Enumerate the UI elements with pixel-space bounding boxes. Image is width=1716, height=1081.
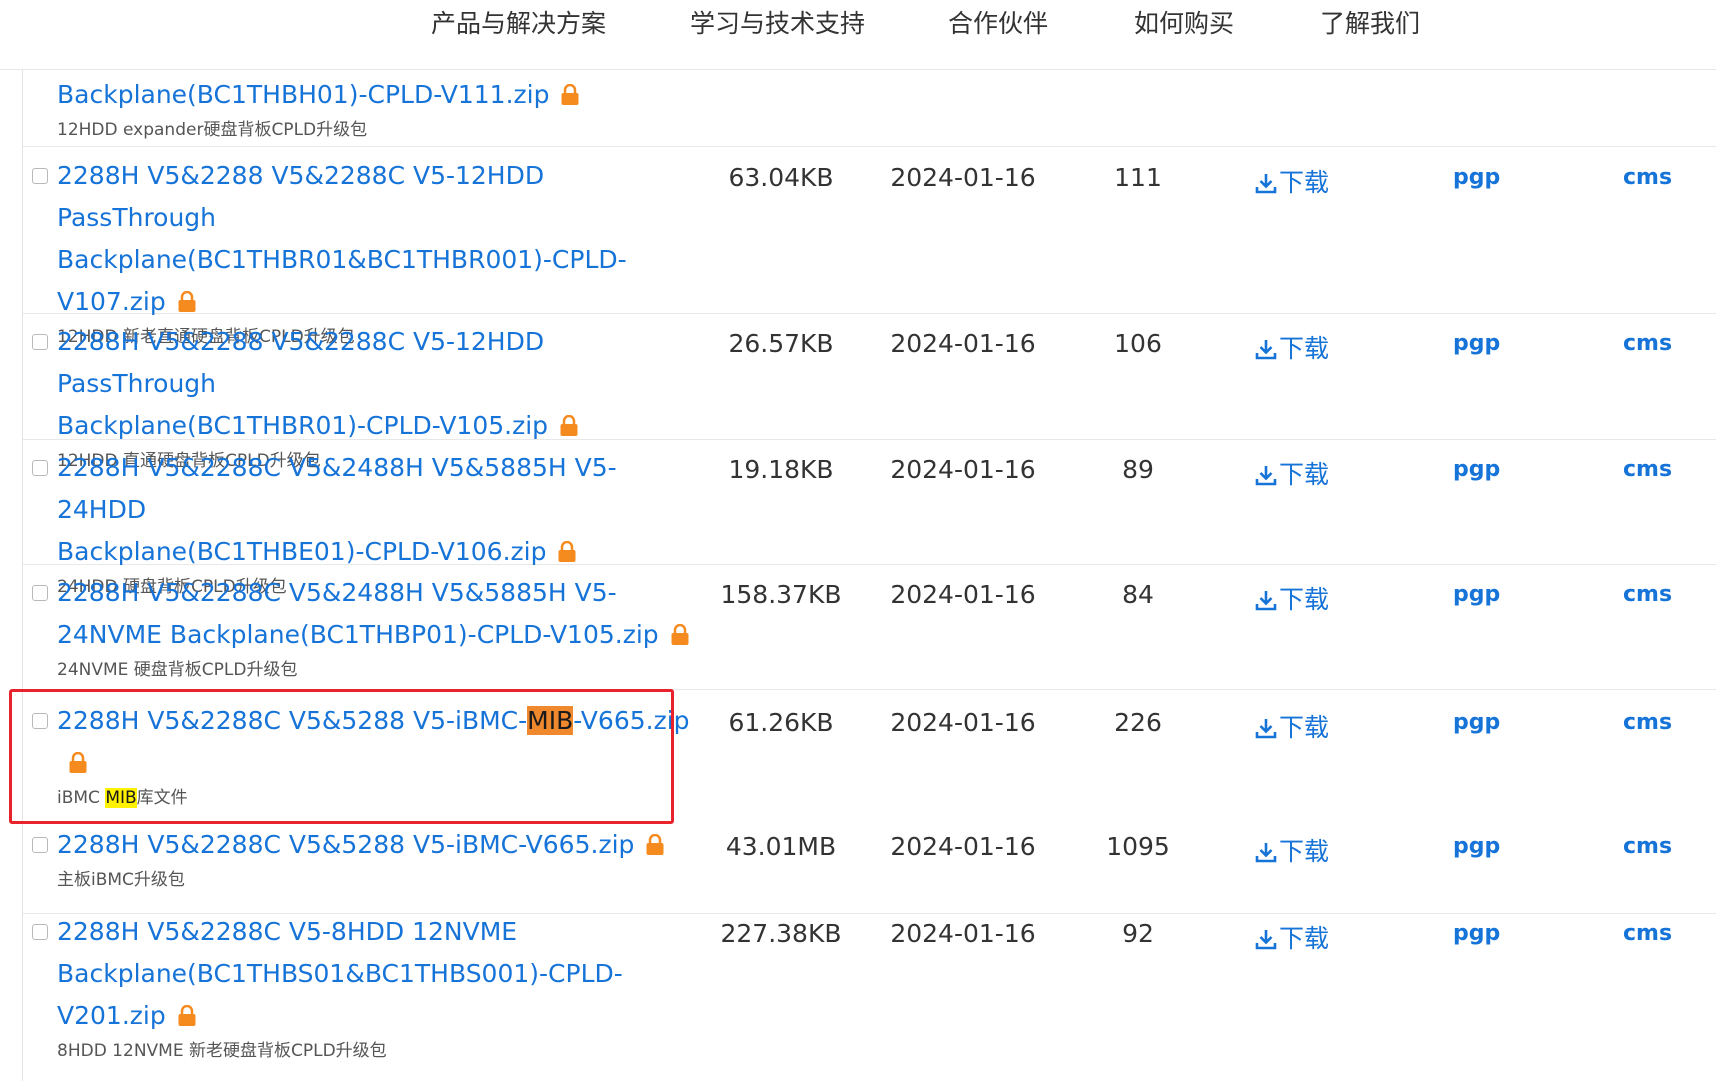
download-button[interactable]: 下载 (1255, 455, 1329, 491)
lock-icon (69, 744, 87, 786)
pgp-signature-link[interactable]: pgp (1453, 457, 1500, 482)
download-icon (1255, 168, 1279, 197)
download-icon (1255, 924, 1279, 953)
nav-learning-support[interactable]: 学习与技术支持 (690, 4, 865, 40)
file-link[interactable]: 2288H V5&2288 V5&2288C V5-12HDD PassThro… (57, 321, 693, 449)
file-link[interactable]: 2288H V5&2288C V5&5288 V5-iBMC-V665.zip (57, 824, 693, 868)
release-date: 2024-01-16 (890, 163, 1036, 192)
row-checkbox[interactable] (32, 713, 48, 729)
file-description: 12HDD expander硬盘背板CPLD升级包 (57, 120, 368, 140)
nav-partners[interactable]: 合作伙伴 (948, 4, 1048, 40)
download-button[interactable]: 下载 (1255, 163, 1329, 199)
table-row: 2288H V5&2288 V5&2288C V5-12HDD PassThro… (23, 147, 1716, 347)
file-description: 24NVME 硬盘背板CPLD升级包 (57, 660, 298, 680)
nav-how-to-buy[interactable]: 如何购买 (1134, 4, 1234, 40)
file-link[interactable]: 2288H V5&2288C V5&2488H V5&5885H V5- 24NV… (57, 572, 693, 658)
cms-signature-link[interactable]: cms (1623, 921, 1672, 946)
release-date: 2024-01-16 (890, 708, 1036, 737)
row-checkbox[interactable] (32, 585, 48, 601)
file-size: 19.18KB (728, 455, 834, 484)
table-row: Backplane(BC1THBH01)-CPLD-V111.zip 12HDD… (23, 70, 1716, 147)
pgp-signature-link[interactable]: pgp (1453, 331, 1500, 356)
download-count: 111 (1114, 163, 1162, 192)
download-button[interactable]: 下载 (1255, 329, 1329, 365)
file-name-cell: 2288H V5&2288C V5&5288 V5-iBMC-MIB-V665.… (57, 700, 693, 810)
file-description: 主板iBMC升级包 (57, 870, 185, 890)
file-link[interactable]: 2288H V5&2288C V5&2488H V5&5885H V5-24HD… (57, 447, 693, 575)
release-date: 2024-01-16 (890, 832, 1036, 861)
table-row: 2288H V5&2288C V5&2488H V5&5885H V5- 24NV… (23, 565, 1716, 690)
download-count: 1095 (1106, 832, 1170, 861)
row-checkbox[interactable] (32, 460, 48, 476)
pgp-signature-link[interactable]: pgp (1453, 582, 1500, 607)
pgp-signature-link[interactable]: pgp (1453, 921, 1500, 946)
download-icon (1255, 460, 1279, 489)
lock-icon (671, 616, 689, 658)
release-date: 2024-01-16 (890, 580, 1036, 609)
file-size: 158.37KB (720, 580, 842, 609)
file-name-cell: 2288H V5&2288C V5&2488H V5&5885H V5- 24NV… (57, 572, 693, 682)
download-count: 92 (1122, 919, 1154, 948)
table-row: 2288H V5&2288C V5&5288 V5-iBMC-MIB-V665.… (23, 690, 1716, 824)
pgp-signature-link[interactable]: pgp (1453, 165, 1500, 190)
file-size: 26.57KB (728, 329, 834, 358)
download-count: 89 (1122, 455, 1154, 484)
file-size: 61.26KB (728, 708, 834, 737)
search-highlight: MIB (105, 788, 137, 808)
file-link[interactable]: 2288H V5&2288 V5&2288C V5-12HDD PassThro… (57, 155, 693, 325)
file-link[interactable]: 2288H V5&2288C V5-8HDD 12NVME Backplane(B… (57, 911, 693, 1039)
file-name-cell: 2288H V5&2288C V5-8HDD 12NVME Backplane(B… (57, 911, 693, 1063)
file-size: 43.01MB (725, 832, 837, 861)
table-row: 2288H V5&2288C V5-8HDD 12NVME Backplane(B… (23, 914, 1716, 1081)
table-row: 2288H V5&2288 V5&2288C V5-12HDD PassThro… (23, 314, 1716, 471)
download-button[interactable]: 下载 (1255, 708, 1329, 744)
cms-signature-link[interactable]: cms (1623, 457, 1672, 482)
download-button[interactable]: 下载 (1255, 832, 1329, 868)
cms-signature-link[interactable]: cms (1623, 331, 1672, 356)
cms-signature-link[interactable]: cms (1623, 165, 1672, 190)
download-icon (1255, 713, 1279, 742)
table-row: 2288H V5&2288C V5&5288 V5-iBMC-V665.zip … (23, 825, 1716, 914)
row-checkbox[interactable] (32, 168, 48, 184)
file-description: 8HDD 12NVME 新老硬盘背板CPLD升级包 (57, 1041, 387, 1061)
table-row: 2288H V5&2288C V5&2488H V5&5885H V5-24HD… (23, 440, 1716, 597)
search-highlight: MIB (527, 706, 574, 735)
cms-signature-link[interactable]: cms (1623, 710, 1672, 735)
download-button[interactable]: 下载 (1255, 580, 1329, 616)
download-icon (1255, 585, 1279, 614)
download-button[interactable]: 下载 (1255, 919, 1329, 955)
nav-products-solutions[interactable]: 产品与解决方案 (431, 4, 606, 40)
lock-icon (178, 997, 196, 1039)
row-checkbox[interactable] (32, 924, 48, 940)
release-date: 2024-01-16 (890, 455, 1036, 484)
release-date: 2024-01-16 (890, 919, 1036, 948)
pgp-signature-link[interactable]: pgp (1453, 710, 1500, 735)
pgp-signature-link[interactable]: pgp (1453, 834, 1500, 859)
cms-signature-link[interactable]: cms (1623, 834, 1672, 859)
lock-icon (561, 76, 579, 118)
download-count: 84 (1122, 580, 1154, 609)
download-count: 106 (1114, 329, 1162, 358)
top-navigation: 产品与解决方案 学习与技术支持 合作伙伴 如何购买 了解我们 (0, 0, 1716, 70)
release-date: 2024-01-16 (890, 329, 1036, 358)
file-size: 63.04KB (728, 163, 834, 192)
file-name-cell: Backplane(BC1THBH01)-CPLD-V111.zip 12HDD… (57, 74, 693, 142)
download-icon (1255, 334, 1279, 363)
cms-signature-link[interactable]: cms (1623, 582, 1672, 607)
file-size: 227.38KB (720, 919, 842, 948)
file-link[interactable]: Backplane(BC1THBH01)-CPLD-V111.zip (57, 74, 693, 118)
row-checkbox[interactable] (32, 837, 48, 853)
download-icon (1255, 837, 1279, 866)
nav-about-us[interactable]: 了解我们 (1320, 4, 1420, 40)
row-checkbox[interactable] (32, 334, 48, 350)
lock-icon (646, 826, 664, 868)
download-count: 226 (1114, 708, 1162, 737)
file-link[interactable]: 2288H V5&2288C V5&5288 V5-iBMC-MIB-V665.… (57, 700, 693, 786)
file-name-cell: 2288H V5&2288C V5&5288 V5-iBMC-V665.zip … (57, 824, 693, 892)
file-description: iBMC MIB库文件 (57, 788, 188, 808)
